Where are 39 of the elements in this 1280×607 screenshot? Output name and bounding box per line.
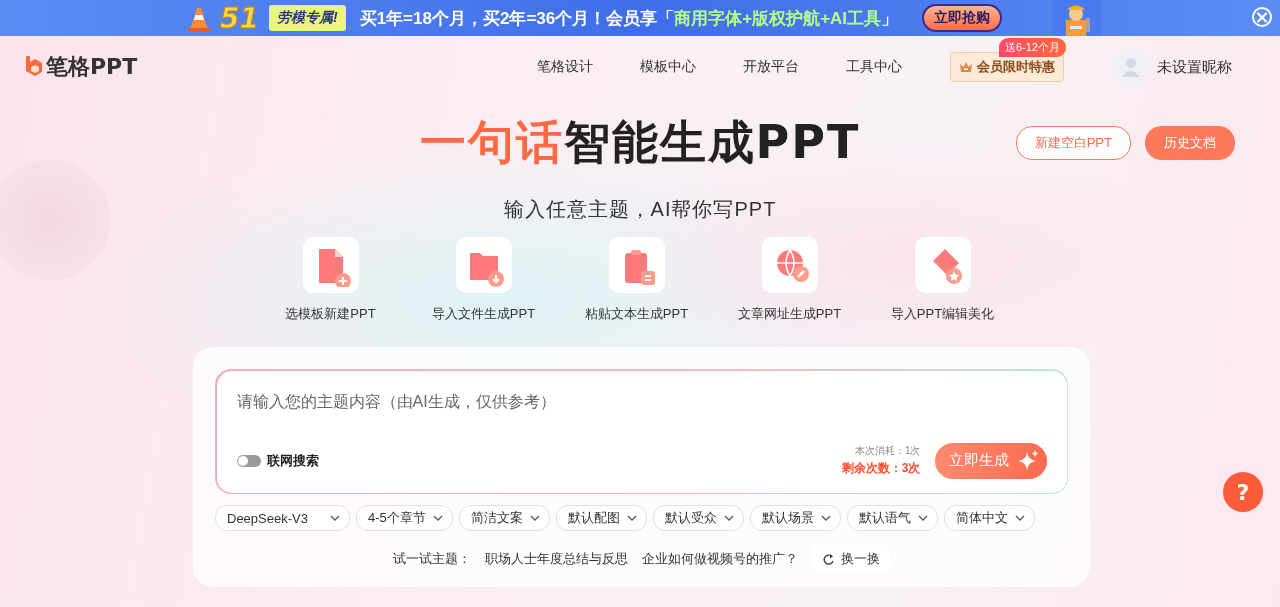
feature-button[interactable]: 导入文件生成PPT [407,237,560,323]
web-search-toggle[interactable]: 联网搜索 [236,451,319,470]
refresh-button[interactable]: 换一换 [812,545,890,573]
suggestion-link[interactable]: 企业如何做视频号的推广？ [642,550,798,568]
nav-link[interactable]: 开放平台 [743,58,799,76]
toggle-switch[interactable] [236,454,261,467]
feature-button[interactable]: 文章网址生成PPT [713,237,866,323]
option-dropdown[interactable]: 默认受众 [652,505,744,531]
offer-badge: 送6-12个月 [998,38,1066,57]
refresh-icon [822,552,835,566]
suggestion-label: 试一试主题： [393,550,471,568]
option-dropdown[interactable]: DeepSeek-V3 [215,505,350,531]
feature-button[interactable]: 导入PPT编辑美化 [866,237,1019,323]
feature-button[interactable]: 选模板新建PPT [254,237,407,323]
promo-text: 买1年=18个月，买2年=36个月！会员享「商用字体+版权护航+AI工具」 [359,7,899,30]
option-dropdown[interactable]: 默认配图 [555,505,647,531]
subtitle: 输入任意主题，AI帮你写PPT [502,197,778,222]
user-name[interactable]: 未设置昵称 [1157,57,1232,77]
nav-link[interactable]: 笔格设计 [537,58,593,76]
option-dropdown[interactable]: 简体中文 [943,505,1035,531]
feature-button[interactable]: 粘贴文本生成PPT [560,237,713,323]
option-dropdown[interactable]: 默认场景 [749,505,841,531]
page-title: 一句话智能生成PPT [419,114,861,171]
buy-now-button[interactable]: 立即抢购 [922,4,1003,32]
banner-number: 51 [220,1,259,35]
suggestion-link[interactable]: 职场人士年度总结与反思 [485,550,628,568]
nav-link[interactable]: 模板中心 [640,58,696,76]
option-dropdown[interactable]: 4-5个章节 [356,505,453,531]
crown-icon [959,60,973,74]
promo-tag: 劳模专属! [268,5,346,31]
nav-link[interactable]: 工具中心 [846,58,902,76]
option-dropdown[interactable]: 简洁文案 [458,505,550,531]
prompt-field[interactable]: 请输入您的主题内容（由AI生成，仅供参考） 联网搜索 本次消耗：1次 剩余次数：3次 立即生成 [215,369,1068,494]
cost-text: 本次消耗：1次 [853,444,921,458]
remaining-count: 剩余次数：3次 [841,460,921,477]
logo-text: 笔格PPT [46,53,138,81]
logo-icon [24,56,42,78]
option-dropdown[interactable]: 默认语气 [846,505,938,531]
user-silhouette-icon [1121,57,1141,77]
